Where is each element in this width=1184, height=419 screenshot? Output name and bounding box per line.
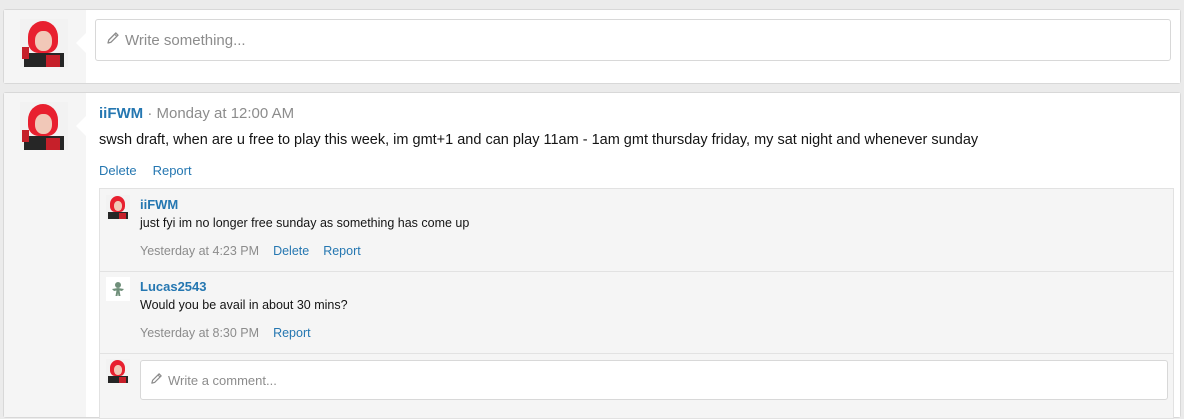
report-post-link[interactable]: Report bbox=[153, 163, 192, 178]
comment-footer: Yesterday at 8:30 PM Report bbox=[140, 326, 325, 340]
report-comment-link[interactable]: Report bbox=[273, 326, 311, 340]
current-user-small-avatar[interactable] bbox=[106, 359, 130, 383]
current-user-avatar[interactable] bbox=[20, 19, 68, 67]
delete-comment-link[interactable]: Delete bbox=[273, 244, 309, 258]
pencil-icon bbox=[150, 372, 163, 388]
default-avatar-icon[interactable] bbox=[106, 277, 130, 301]
comment-timestamp[interactable]: Yesterday at 4:23 PM bbox=[140, 244, 259, 258]
write-something-placeholder: Write something... bbox=[125, 31, 246, 49]
comment-timestamp[interactable]: Yesterday at 8:30 PM bbox=[140, 326, 259, 340]
profile-post: iiFWM · Monday at 12:00 AM swsh draft, w… bbox=[3, 92, 1181, 419]
comment-author-avatar[interactable] bbox=[106, 195, 130, 219]
comment-author-link[interactable]: Lucas2543 bbox=[140, 279, 207, 294]
comment-text: Would you be avail in about 30 mins? bbox=[140, 298, 348, 312]
status-gutter bbox=[4, 10, 86, 83]
comments-section: iiFWM just fyi im no longer free sunday … bbox=[99, 188, 1174, 419]
write-comment-placeholder: Write a comment... bbox=[168, 372, 277, 388]
post-message: swsh draft, when are u free to play this… bbox=[99, 132, 979, 148]
comment-text: just fyi im no longer free sunday as som… bbox=[140, 216, 470, 230]
comment-item: Lucas2543 Would you be avail in about 30… bbox=[100, 271, 1173, 354]
write-comment-input[interactable]: Write a comment... bbox=[140, 360, 1168, 400]
comment-item: iiFWM just fyi im no longer free sunday … bbox=[100, 189, 1173, 272]
status-main: Write something... bbox=[76, 10, 1180, 83]
pencil-icon bbox=[106, 31, 120, 49]
post-author-avatar[interactable] bbox=[20, 102, 68, 150]
post-gutter bbox=[4, 93, 86, 417]
new-status-block: Write something... bbox=[3, 9, 1181, 84]
comment-form: Write a comment... bbox=[100, 353, 1173, 419]
delete-post-link[interactable]: Delete bbox=[99, 163, 137, 178]
write-something-input[interactable]: Write something... bbox=[95, 19, 1171, 61]
post-main: iiFWM · Monday at 12:00 AM swsh draft, w… bbox=[76, 93, 1180, 419]
post-header: iiFWM · Monday at 12:00 AM bbox=[99, 105, 294, 122]
post-actions: Delete Report bbox=[99, 163, 208, 178]
comment-author-link[interactable]: iiFWM bbox=[140, 197, 178, 212]
post-timestamp[interactable]: Monday at 12:00 AM bbox=[157, 105, 295, 122]
report-comment-link[interactable]: Report bbox=[323, 244, 361, 258]
post-separator: · bbox=[143, 105, 157, 122]
post-author-link[interactable]: iiFWM bbox=[99, 105, 143, 122]
comment-footer: Yesterday at 4:23 PM Delete Report bbox=[140, 244, 375, 258]
